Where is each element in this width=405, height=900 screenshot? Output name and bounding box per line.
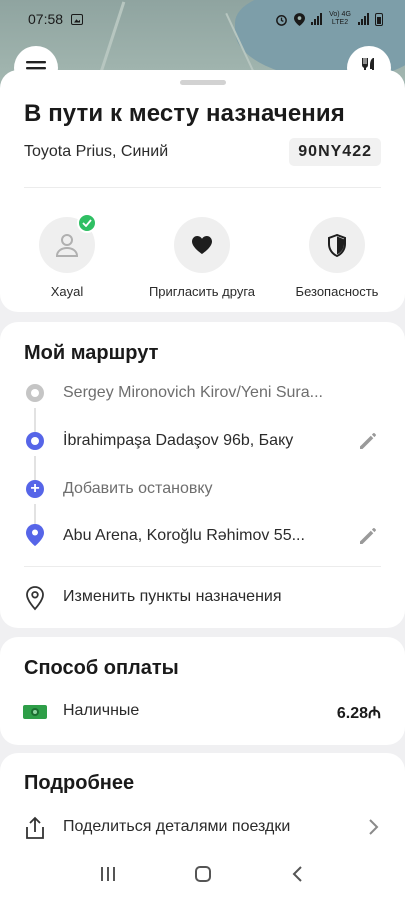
- route-stop-text: İbrahimpaşa Dadaşov 96b, Баку: [63, 432, 294, 449]
- details-title: Подробнее: [24, 772, 135, 794]
- verified-badge: [77, 213, 97, 233]
- recent-apps-icon: [100, 867, 115, 881]
- invite-friend-action[interactable]: Пригласить друга: [142, 217, 262, 299]
- home-button[interactable]: [188, 859, 218, 889]
- status-time: 07:58: [28, 11, 64, 27]
- safety-button[interactable]: [309, 217, 365, 273]
- signal-icon: [311, 13, 322, 25]
- origin-marker-icon: [26, 384, 44, 402]
- trip-actions: Xayal Пригласить друга Безопасность: [0, 213, 405, 307]
- divider: [24, 566, 381, 567]
- trip-price: 6.28₼: [336, 705, 381, 722]
- route-stop-intermediate[interactable]: İbrahimpaşa Dadaşov 96b, Баку: [0, 426, 405, 456]
- invite-friend-button[interactable]: [174, 217, 230, 273]
- heart-icon: [192, 236, 212, 254]
- trip-card: В пути к месту назначения Toyota Prius, …: [0, 70, 405, 312]
- route-stop-text: Sergey Mironovich Kirov/Yeni Sura...: [63, 384, 323, 401]
- route-stop-destination[interactable]: Abu Arena, Koroğlu Rəhimov 55...: [0, 521, 405, 551]
- payment-method-row[interactable]: Наличные 6.28₼: [0, 695, 405, 727]
- route-card: Мой маршрут Sergey Mironovich Kirov/Yeni…: [0, 322, 405, 628]
- invite-friend-label: Пригласить друга: [148, 284, 256, 299]
- route-stop-origin[interactable]: Sergey Mironovich Kirov/Yeni Sura...: [0, 378, 405, 408]
- drag-handle[interactable]: [180, 80, 226, 85]
- safety-label: Безопасность: [295, 284, 379, 299]
- payment-title: Способ оплаты: [24, 657, 179, 679]
- cash-icon: [23, 705, 47, 719]
- network-label: Vo) 4G LTE2: [329, 11, 351, 26]
- share-icon: [26, 816, 44, 839]
- safety-action[interactable]: Безопасность: [277, 217, 397, 299]
- license-plate: 90NY422: [289, 138, 381, 166]
- divider: [24, 187, 381, 188]
- car-info: Toyota Prius, Синий: [24, 143, 169, 160]
- pencil-icon[interactable]: [357, 430, 379, 452]
- route-stop-text: Abu Arena, Koroğlu Rəhimov 55...: [63, 527, 305, 544]
- change-destinations-label: Изменить пункты назначения: [63, 588, 282, 605]
- battery-icon: [375, 12, 383, 26]
- driver-action[interactable]: Xayal: [7, 213, 127, 299]
- user-icon: [55, 234, 79, 257]
- driver-name: Xayal: [50, 284, 84, 299]
- stop-marker-icon: [26, 432, 44, 450]
- recent-apps-button[interactable]: [93, 859, 123, 889]
- driver-avatar[interactable]: [39, 213, 97, 273]
- share-trip-label: Поделиться деталями поездки: [63, 818, 291, 835]
- payment-method: Наличные: [63, 702, 140, 719]
- signal-icon-2: [358, 13, 369, 25]
- system-navigation-bar: [0, 848, 405, 900]
- location-pin-icon: [26, 586, 44, 611]
- trip-title: В пути к месту назначения: [24, 100, 345, 127]
- plus-icon: +: [26, 480, 44, 498]
- share-trip-button[interactable]: Поделиться деталями поездки: [0, 811, 405, 843]
- pencil-icon[interactable]: [357, 525, 379, 547]
- chevron-right-icon: [369, 819, 379, 835]
- back-icon: [292, 866, 302, 882]
- gallery-icon: [71, 13, 84, 25]
- add-stop-button[interactable]: + Добавить остановку: [0, 474, 405, 504]
- back-button[interactable]: [283, 859, 313, 889]
- change-destinations-button[interactable]: Изменить пункты назначения: [0, 581, 405, 613]
- shield-icon: [328, 233, 346, 257]
- check-icon: [82, 219, 92, 227]
- route-title: Мой маршрут: [24, 342, 159, 364]
- payment-card: Способ оплаты Наличные 6.28₼: [0, 637, 405, 745]
- add-stop-label: Добавить остановку: [63, 480, 213, 497]
- home-icon: [194, 866, 211, 882]
- location-icon: [294, 12, 305, 26]
- status-bar: 07:58 Vo) 4G LTE2: [0, 0, 405, 38]
- alarm-icon: [276, 14, 287, 26]
- destination-pin-icon: [26, 524, 44, 546]
